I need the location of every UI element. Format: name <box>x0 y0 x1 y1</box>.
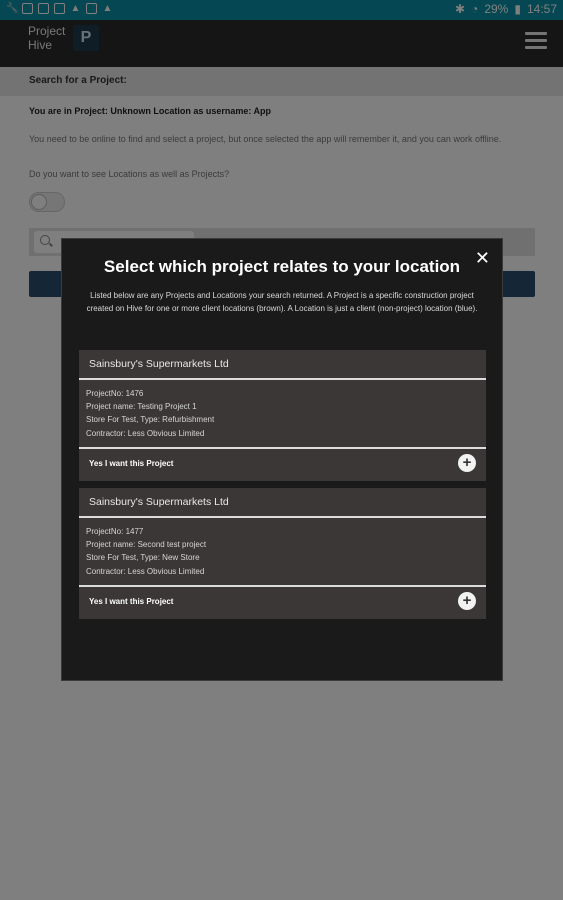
select-project-label: Yes I want this Project <box>89 459 174 468</box>
project-card: Sainsbury's Supermarkets Ltd ProjectNo: … <box>79 488 486 619</box>
select-project-label: Yes I want this Project <box>89 597 174 606</box>
project-client-name: Sainsbury's Supermarkets Ltd <box>79 488 486 518</box>
project-select-dialog: Select which project relates to your loc… <box>61 238 503 681</box>
select-project-button[interactable]: Yes I want this Project + <box>79 585 486 617</box>
project-details: ProjectNo: 1477 Project name: Second tes… <box>79 518 486 585</box>
project-store-type: Store For Test, Type: New Store <box>86 553 200 563</box>
project-number: ProjectNo: 1477 <box>86 527 144 536</box>
dialog-description: Listed below are any Projects and Locati… <box>86 291 478 313</box>
add-icon[interactable]: + <box>458 592 476 610</box>
project-card: Sainsbury's Supermarkets Ltd ProjectNo: … <box>79 350 486 481</box>
dialog-title: Select which project relates to your loc… <box>103 257 461 276</box>
project-contractor: Contractor: Less Obvious Limited <box>86 566 205 576</box>
project-number: ProjectNo: 1476 <box>86 389 144 398</box>
project-client-name: Sainsbury's Supermarkets Ltd <box>79 350 486 380</box>
project-contractor: Contractor: Less Obvious Limited <box>86 428 205 438</box>
project-name: Project name: Testing Project 1 <box>86 402 197 412</box>
select-project-button[interactable]: Yes I want this Project + <box>79 447 486 479</box>
project-name: Project name: Second test project <box>86 540 207 550</box>
project-store-type: Store For Test, Type: Refurbishment <box>86 415 215 425</box>
close-icon[interactable]: ✕ <box>475 249 490 267</box>
project-details: ProjectNo: 1476 Project name: Testing Pr… <box>79 380 486 447</box>
add-icon[interactable]: + <box>458 454 476 472</box>
